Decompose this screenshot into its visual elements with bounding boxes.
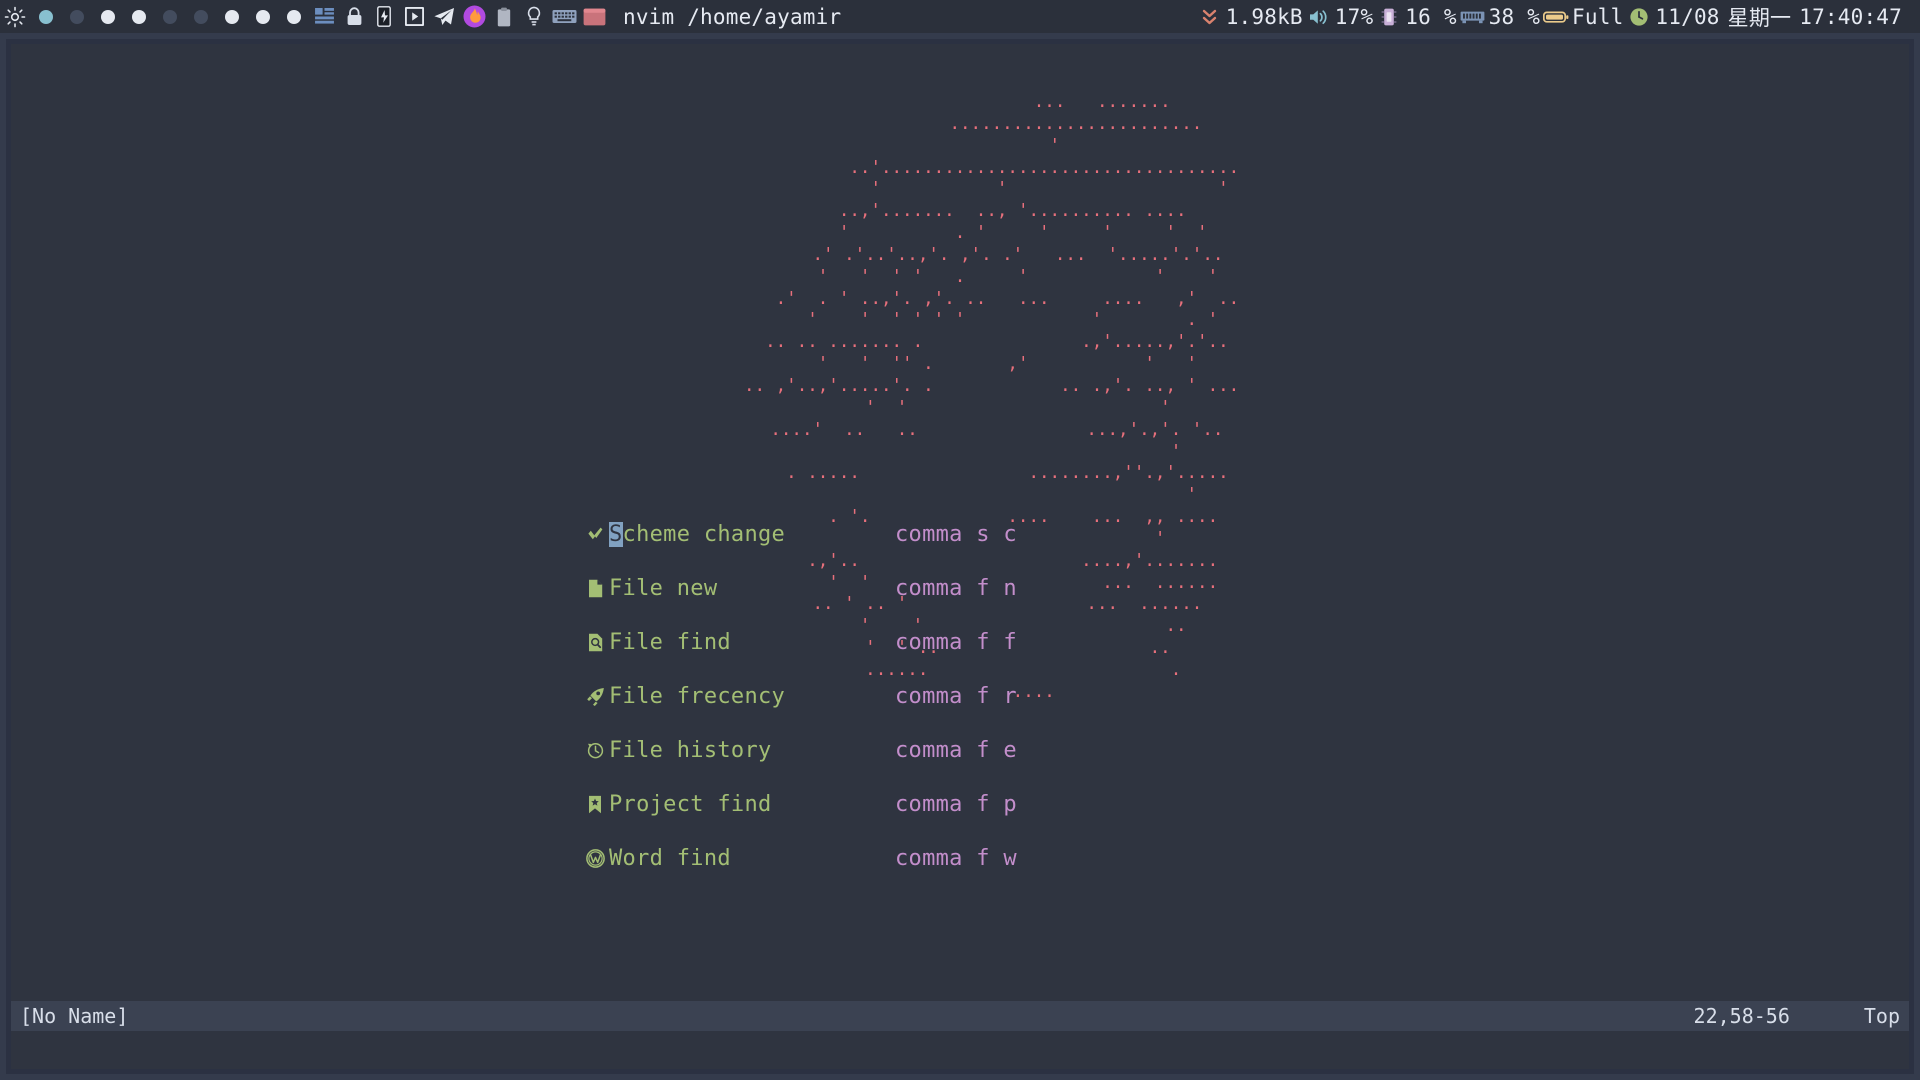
- clock-status[interactable]: 11/08 星期一 17:40:47: [1625, 0, 1904, 33]
- system-top-bar: nvim /home/ayamir 1.98kB: [0, 0, 1920, 33]
- flame-app-icon[interactable]: [459, 0, 489, 33]
- checkmark-icon: [584, 525, 606, 543]
- neovim-window: ... ....... ........................ ' .…: [11, 44, 1909, 1069]
- battery-app-icon[interactable]: [369, 0, 399, 33]
- window-frame-outer: ... ....... ........................ ' .…: [0, 33, 1920, 1080]
- workspace-6[interactable]: [185, 0, 216, 33]
- battery-value-label: Full: [1570, 5, 1625, 29]
- memory-ram-icon: [1459, 0, 1487, 33]
- cpu-status[interactable]: 16 %: [1375, 0, 1458, 33]
- video-player-icon[interactable]: [399, 0, 429, 33]
- workspace-7[interactable]: [216, 0, 247, 33]
- dashboard-item-label: File find: [609, 630, 731, 655]
- dashboard-item-keybinding: comma s c: [895, 522, 1017, 547]
- battery-icon: [1542, 0, 1570, 33]
- dashboard-item-label: File history: [609, 738, 772, 763]
- dashboard-item-scheme-change[interactable]: Scheme change comma s c: [11, 507, 1909, 561]
- dashboard-item-keybinding: comma f n: [895, 576, 1017, 601]
- rocket-icon: [584, 687, 606, 706]
- lock-icon[interactable]: [339, 0, 369, 33]
- statusline-cursor-position: 22,58-56: [1694, 1004, 1790, 1028]
- volume-value-label: 17%: [1333, 5, 1376, 29]
- workspace-5[interactable]: [154, 0, 185, 33]
- workspace-9[interactable]: [278, 0, 309, 33]
- dashboard-item-project-find[interactable]: Project find comma f p: [11, 777, 1909, 831]
- memory-value-label: 38 %: [1487, 5, 1542, 29]
- network-rate-label: 1.98kB: [1224, 5, 1305, 29]
- workspace-2[interactable]: [61, 0, 92, 33]
- dashboard-item-keybinding: comma f r: [895, 684, 1017, 709]
- workspace-4[interactable]: [123, 0, 154, 33]
- statusline: [No Name] 22,58-56 Top: [11, 1001, 1909, 1031]
- dashboard-item-label: File frecency: [609, 684, 785, 709]
- screen: nvim /home/ayamir 1.98kB: [0, 0, 1920, 1080]
- sun-brightness-icon[interactable]: [0, 0, 30, 33]
- telegram-icon[interactable]: [429, 0, 459, 33]
- volume-status[interactable]: 17%: [1305, 0, 1376, 33]
- clock-date-label: 11/08: [1653, 5, 1721, 29]
- dashboard-item-file-new[interactable]: File new comma f n: [11, 561, 1909, 615]
- command-line[interactable]: [11, 1031, 1909, 1069]
- statusline-scroll-position: Top: [1864, 1004, 1900, 1028]
- window-title: nvim /home/ayamir: [623, 5, 841, 29]
- speaker-icon: [1305, 0, 1333, 33]
- clipboard-icon[interactable]: [489, 0, 519, 33]
- bookmark-icon: [584, 795, 606, 814]
- terminal-icon[interactable]: [579, 0, 609, 33]
- window-frame-mid: ... ....... ........................ ' .…: [6, 39, 1914, 1074]
- word-globe-icon: [584, 849, 606, 868]
- dashboard-item-keybinding: comma f p: [895, 792, 1017, 817]
- network-status[interactable]: 1.98kB: [1196, 0, 1305, 33]
- keyboard-icon[interactable]: [549, 0, 579, 33]
- layout-icon[interactable]: [309, 0, 339, 33]
- topbar-left-section: nvim /home/ayamir: [0, 0, 841, 33]
- dashboard-menu: Scheme changecomma s cFile newcomma f nF…: [11, 507, 1909, 885]
- workspace-8[interactable]: [247, 0, 278, 33]
- clock-time-label: 17:40:47: [1797, 5, 1904, 29]
- clock-weekday-label: 星期一: [1722, 2, 1798, 32]
- cpu-chip-icon: [1375, 0, 1403, 33]
- download-arrows-icon: [1196, 0, 1224, 33]
- dashboard-item-label: Scheme change: [609, 522, 785, 547]
- statusline-buffer-name: [No Name]: [20, 1004, 128, 1028]
- cpu-value-label: 16 %: [1403, 5, 1458, 29]
- workspace-1[interactable]: [30, 0, 61, 33]
- dashboard-item-keybinding: comma f w: [895, 846, 1017, 871]
- dashboard-item-label: File new: [609, 576, 717, 601]
- workspace-3[interactable]: [92, 0, 123, 33]
- file-search-icon: [584, 633, 606, 652]
- battery-status[interactable]: Full: [1542, 0, 1625, 33]
- topbar-status-section: 1.98kB 17%: [1196, 0, 1920, 33]
- dashboard-item-file-history[interactable]: File history comma f e: [11, 723, 1909, 777]
- dashboard-item-file-find[interactable]: File find comma f f: [11, 615, 1909, 669]
- dashboard-item-keybinding: comma f e: [895, 738, 1017, 763]
- new-file-icon: [584, 579, 606, 598]
- memory-status[interactable]: 38 %: [1459, 0, 1542, 33]
- lightbulb-icon[interactable]: [519, 0, 549, 33]
- dashboard-item-keybinding: comma f f: [895, 630, 1017, 655]
- dashboard-item-label: Word find: [609, 846, 731, 871]
- dashboard-item-file-frecency[interactable]: File frecency comma f r: [11, 669, 1909, 723]
- dashboard-item-label: Project find: [609, 792, 772, 817]
- clock-icon: [1625, 0, 1653, 33]
- clock-history-icon: [584, 742, 606, 759]
- dashboard-item-word-find[interactable]: Word find comma f w: [11, 831, 1909, 885]
